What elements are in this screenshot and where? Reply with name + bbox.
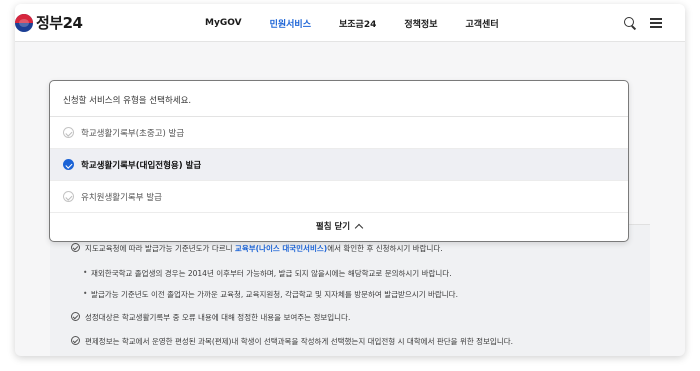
dropdown-prompt: 신청할 서비스의 유형을 선택하세요. — [50, 81, 628, 117]
logo-text: 정부24 — [36, 14, 83, 32]
check-icon — [63, 191, 74, 202]
notice-text: 성정대상은 학교생활기록부 중 오류 내용에 대해 정정한 내용을 보여주는 정… — [85, 313, 351, 322]
option-label: 유치원생활기록부 발급 — [81, 192, 162, 203]
check-circle-icon — [71, 312, 80, 321]
site-header: 정부24 MyGOV 민원서비스 보조금24 정책정보 고객센터 — [15, 4, 685, 42]
check-circle-icon — [71, 243, 80, 252]
option-label: 학교생활기록부(대입전형용) 발급 — [81, 160, 202, 171]
notice-bullet-1: 재외한국학교 졸업생의 경우는 2014년 이후부터 가능하며, 발급 되지 않… — [83, 268, 452, 279]
option-school-record-admission[interactable]: 학교생활기록부(대입전형용) 발급 — [50, 149, 628, 181]
check-circle-icon — [71, 336, 80, 345]
notice-text: 편제정보는 학교에서 운영한 편성된 과목(편제)내 학생이 선택과목을 작성하… — [85, 337, 514, 346]
main-nav: MyGOV 민원서비스 보조금24 정책정보 고객센터 — [205, 4, 499, 42]
nav-item-policy[interactable]: 정책정보 — [404, 17, 437, 30]
collapse-label: 펼침 닫기 — [315, 222, 351, 232]
nav-item-subsidy24[interactable]: 보조금24 — [339, 17, 376, 30]
nav-item-mygov[interactable]: MyGOV — [205, 18, 242, 28]
search-icon[interactable] — [623, 16, 637, 30]
header-icons — [623, 16, 663, 30]
option-label: 학교생활기록부(초중고) 발급 — [81, 128, 185, 139]
browser-frame: 지도교육청에 따라 발급가능 기준년도가 다르니 교육부(나이스 대국민서비스)… — [15, 4, 685, 356]
service-type-dropdown[interactable]: 신청할 서비스의 유형을 선택하세요. 학교생활기록부(초중고) 발급 학교생활… — [49, 80, 629, 242]
notice-text: 에서 확인한 후 신청하시기 바랍니다. — [327, 244, 443, 253]
collapse-button[interactable]: 펼침 닫기 — [50, 211, 628, 241]
notice-line-1: 지도교육청에 따라 발급가능 기준년도가 다르니 교육부(나이스 대국민서비스)… — [71, 243, 443, 254]
nav-item-customer-center[interactable]: 고객센터 — [466, 17, 499, 30]
notice-line-2: 성정대상은 학교생활기록부 중 오류 내용에 대해 정정한 내용을 보여주는 정… — [71, 312, 351, 323]
neis-link[interactable]: 교육부(나이스 대국민서비스) — [235, 244, 327, 253]
option-school-record-k12[interactable]: 학교생활기록부(초중고) 발급 — [50, 117, 628, 149]
site-logo[interactable]: 정부24 — [15, 12, 83, 33]
check-icon — [63, 127, 74, 138]
chevron-up-icon — [354, 223, 364, 232]
government-emblem-icon — [15, 13, 33, 32]
menu-icon[interactable] — [649, 16, 663, 30]
option-kindergarten-record[interactable]: 유치원생활기록부 발급 — [50, 181, 628, 213]
notice-line-3: 편제정보는 학교에서 운영한 편성된 과목(편제)내 학생이 선택과목을 작성하… — [71, 336, 514, 347]
check-icon — [63, 159, 74, 170]
notice-bullet-2: 발급가능 기준년도 이전 졸업자는 가까운 교육청, 교육지원청, 각급학교 및… — [83, 289, 458, 300]
notice-text: 지도교육청에 따라 발급가능 기준년도가 다르니 — [85, 244, 235, 253]
nav-item-civil-service[interactable]: 민원서비스 — [270, 17, 311, 30]
